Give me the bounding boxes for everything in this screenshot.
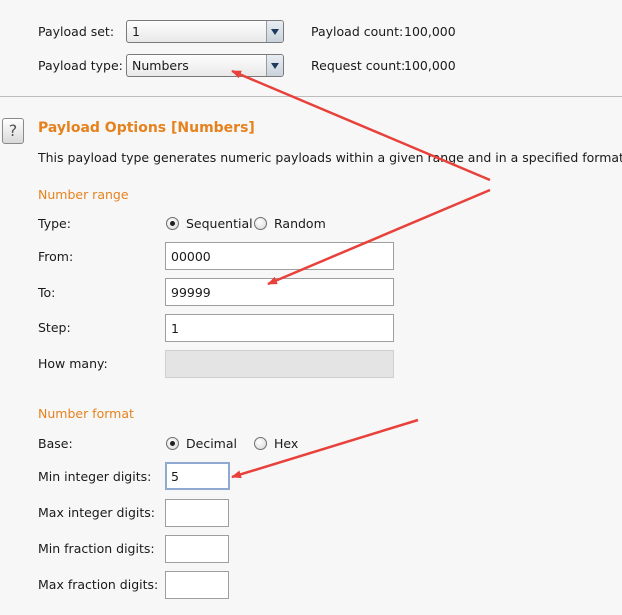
max-integer-digits-label: Max integer digits: bbox=[38, 505, 155, 520]
to-label: To: bbox=[38, 285, 56, 300]
number-range-heading: Number range bbox=[38, 187, 129, 202]
payload-set-label: Payload set: bbox=[38, 24, 115, 39]
decimal-radio[interactable] bbox=[166, 437, 179, 450]
section-description: This payload type generates numeric payl… bbox=[38, 150, 622, 165]
from-value: 00000 bbox=[171, 249, 211, 264]
type-label: Type: bbox=[38, 216, 71, 231]
payload-count-value: 100,000 bbox=[404, 24, 456, 39]
min-fraction-digits-input[interactable] bbox=[165, 535, 229, 563]
how-many-label: How many: bbox=[38, 356, 108, 371]
step-label: Step: bbox=[38, 320, 71, 335]
sequential-label[interactable]: Sequential bbox=[186, 216, 253, 232]
min-integer-digits-input[interactable]: 5 bbox=[165, 462, 230, 490]
payload-type-dropdown[interactable]: Numbers bbox=[126, 54, 284, 77]
payload-type-label: Payload type: bbox=[38, 58, 123, 73]
from-label: From: bbox=[38, 249, 74, 264]
step-input[interactable]: 1 bbox=[165, 314, 394, 342]
request-count-value: 100,000 bbox=[404, 58, 456, 73]
section-title: Payload Options [Numbers] bbox=[38, 120, 255, 136]
payload-set-value: 1 bbox=[132, 24, 140, 39]
help-icon[interactable]: ? bbox=[2, 118, 24, 144]
min-integer-digits-label: Min integer digits: bbox=[38, 469, 152, 484]
chevron-down-icon[interactable] bbox=[266, 55, 283, 76]
hex-radio[interactable] bbox=[254, 437, 267, 450]
sequential-radio[interactable] bbox=[166, 217, 179, 230]
min-integer-digits-value: 5 bbox=[171, 469, 179, 484]
random-label[interactable]: Random bbox=[274, 216, 326, 232]
max-fraction-digits-label: Max fraction digits: bbox=[38, 577, 159, 592]
section-divider bbox=[0, 96, 622, 97]
chevron-down-icon[interactable] bbox=[266, 21, 283, 42]
request-count-label: Request count: bbox=[311, 58, 406, 73]
number-format-heading: Number format bbox=[38, 406, 134, 421]
how-many-input bbox=[165, 350, 394, 378]
payload-type-value: Numbers bbox=[132, 58, 189, 73]
payload-count-label: Payload count: bbox=[311, 24, 404, 39]
hex-label[interactable]: Hex bbox=[274, 436, 298, 452]
max-integer-digits-input[interactable] bbox=[165, 499, 229, 527]
payload-set-dropdown[interactable]: 1 bbox=[126, 20, 284, 43]
base-label: Base: bbox=[38, 436, 73, 451]
step-value: 1 bbox=[171, 321, 179, 336]
to-input[interactable]: 99999 bbox=[165, 278, 394, 306]
from-input[interactable]: 00000 bbox=[165, 242, 394, 270]
annotation-arrows bbox=[231, 69, 491, 479]
max-fraction-digits-input[interactable] bbox=[165, 571, 229, 599]
to-value: 99999 bbox=[171, 285, 211, 300]
min-fraction-digits-label: Min fraction digits: bbox=[38, 541, 155, 556]
decimal-label[interactable]: Decimal bbox=[186, 436, 237, 452]
random-radio[interactable] bbox=[254, 217, 267, 230]
